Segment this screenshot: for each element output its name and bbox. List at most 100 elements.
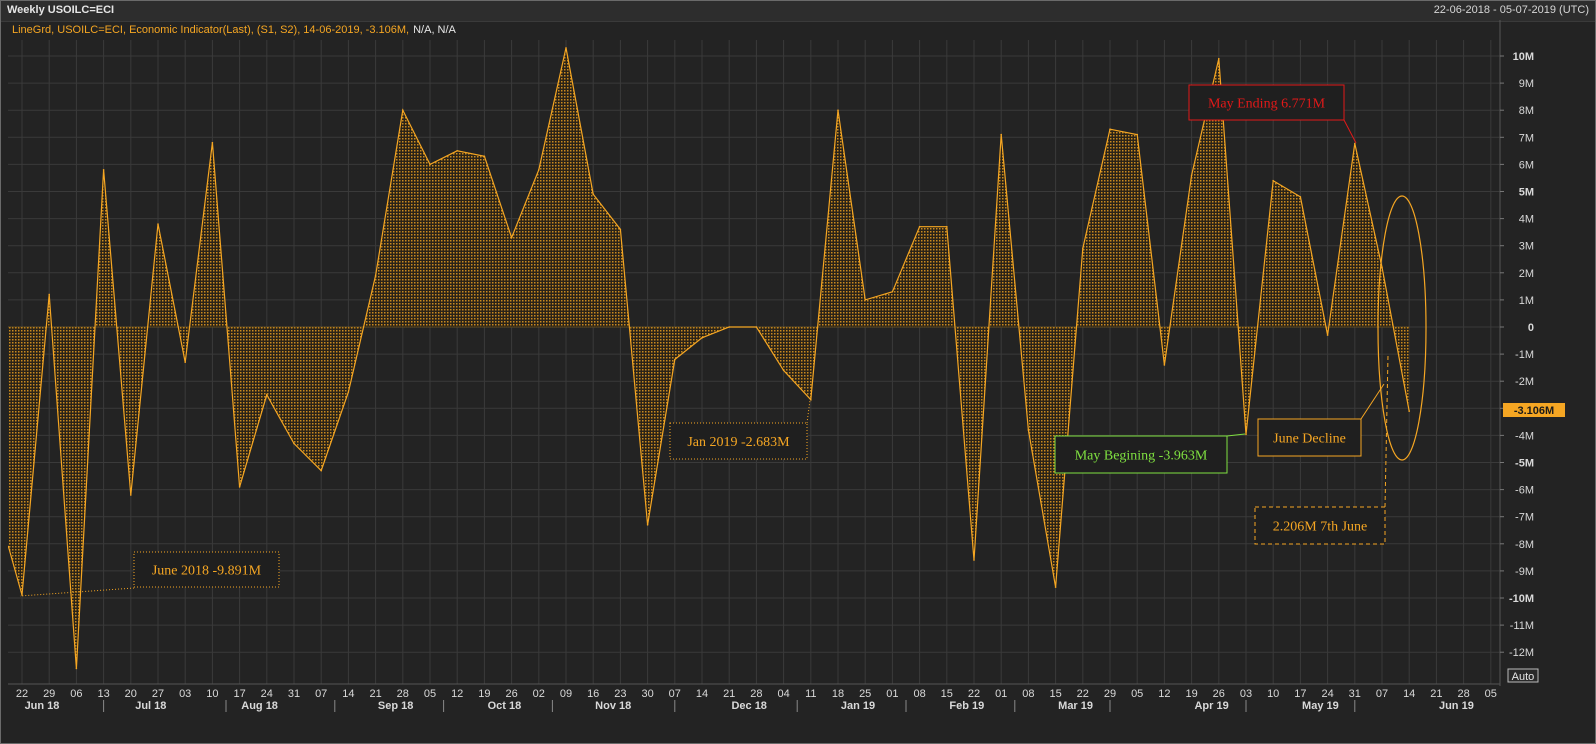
series-legend: LineGrd, USOILC=ECI, Economic Indicator(… bbox=[12, 24, 457, 36]
month-label: Oct 18 bbox=[488, 700, 522, 712]
x-tick-label: 28 bbox=[750, 688, 762, 700]
data-point bbox=[8, 545, 10, 548]
x-tick-label: 29 bbox=[1104, 688, 1116, 700]
x-tick-label: 27 bbox=[152, 688, 164, 700]
annotation-text: Jan 2019 -2.683M bbox=[687, 435, 790, 450]
x-tick-label: 16 bbox=[587, 688, 599, 700]
x-tick-label: 03 bbox=[179, 688, 191, 700]
data-point bbox=[973, 559, 975, 561]
annotation-leader bbox=[806, 399, 811, 424]
x-tick-label: 25 bbox=[859, 688, 871, 700]
data-point bbox=[782, 369, 785, 372]
data-point bbox=[1272, 179, 1274, 182]
x-tick-label: 10 bbox=[1267, 688, 1279, 700]
annotation-leader bbox=[1343, 119, 1357, 144]
x-tick-label: 15 bbox=[941, 688, 953, 700]
data-point bbox=[728, 326, 730, 328]
x-axis: 22 29 06 13 20 27 03 10 17 24 31 07 14 21 28 05 12 19 26 02… bbox=[16, 688, 1497, 712]
data-point bbox=[918, 225, 921, 228]
y-tick-label: 1M bbox=[1519, 295, 1534, 307]
data-point bbox=[619, 228, 622, 231]
data-point bbox=[755, 326, 758, 328]
data-point bbox=[1218, 57, 1220, 60]
y-tick-label: -2M bbox=[1515, 376, 1534, 388]
data-point bbox=[1190, 174, 1193, 177]
x-tick-label: 14 bbox=[696, 688, 708, 700]
x-tick-label: 07 bbox=[315, 688, 327, 700]
data-point bbox=[646, 524, 649, 526]
x-tick-label: 14 bbox=[1403, 688, 1415, 700]
month-label: Jun 18 bbox=[25, 700, 60, 712]
x-tick-label: 10 bbox=[206, 688, 218, 700]
x-tick-label: 05 bbox=[1131, 688, 1143, 700]
x-tick-label: 28 bbox=[1457, 688, 1469, 700]
x-tick-label: 29 bbox=[43, 688, 55, 700]
x-tick-label: 22 bbox=[16, 688, 28, 700]
data-point bbox=[1326, 334, 1329, 336]
y-tick-label: 4M bbox=[1519, 214, 1534, 226]
y-tick-label: 7M bbox=[1519, 132, 1534, 144]
x-tick-label: 07 bbox=[1376, 688, 1388, 700]
x-tick-label: 13 bbox=[97, 688, 109, 700]
x-tick-label: 22 bbox=[968, 688, 980, 700]
data-point bbox=[347, 391, 350, 393]
data-point bbox=[1109, 128, 1111, 130]
x-tick-label: 11 bbox=[805, 688, 816, 700]
y-tick-label: 9M bbox=[1519, 78, 1534, 90]
x-tick-label: 04 bbox=[777, 688, 789, 700]
data-point bbox=[1027, 429, 1030, 431]
x-tick-label: 05 bbox=[1485, 688, 1497, 700]
month-label: Aug 18 bbox=[241, 700, 278, 712]
data-point bbox=[75, 667, 78, 670]
data-point bbox=[864, 299, 866, 301]
data-point bbox=[402, 109, 404, 111]
data-point bbox=[565, 47, 567, 49]
x-tick-label: 08 bbox=[913, 688, 925, 700]
data-point bbox=[483, 155, 486, 158]
x-tick-label: 08 bbox=[1022, 688, 1034, 700]
data-point bbox=[374, 274, 377, 277]
auto-scale-label: Auto bbox=[1512, 671, 1535, 683]
x-tick-label: 06 bbox=[70, 688, 82, 700]
x-tick-label: 30 bbox=[641, 688, 653, 700]
y-tick-label: -6M bbox=[1515, 485, 1534, 497]
annotation-text: June Decline bbox=[1273, 432, 1346, 447]
data-point bbox=[293, 442, 295, 445]
x-tick-label: 23 bbox=[614, 688, 626, 700]
x-tick-label: 01 bbox=[886, 688, 898, 700]
month-label: Mar 19 bbox=[1058, 700, 1093, 712]
annotation: Jan 2019 -2.683M bbox=[669, 399, 811, 460]
y-tick-label: 3M bbox=[1519, 241, 1534, 253]
y-tick-label: -4M bbox=[1515, 430, 1534, 442]
x-tick-label: 17 bbox=[1294, 688, 1306, 700]
data-point bbox=[1054, 586, 1057, 588]
y-tick-label: -12M bbox=[1509, 647, 1534, 659]
data-point bbox=[701, 337, 703, 339]
data-point bbox=[1245, 433, 1247, 436]
data-point bbox=[1354, 142, 1356, 145]
data-point bbox=[429, 163, 431, 166]
y-tick-label: -8M bbox=[1515, 539, 1534, 551]
y-tick-label: -10M bbox=[1509, 593, 1534, 605]
x-tick-label: 28 bbox=[397, 688, 409, 700]
x-tick-label: 17 bbox=[233, 688, 245, 700]
annotation: June 2018 -9.891M bbox=[19, 551, 280, 597]
x-tick-label: 09 bbox=[560, 688, 572, 700]
y-tick-label: 0 bbox=[1528, 322, 1534, 334]
annotation: June Decline bbox=[1257, 383, 1385, 457]
legend-na-text: N/A, N/A bbox=[413, 24, 456, 36]
data-point bbox=[320, 469, 323, 472]
y-tick-label: -5M bbox=[1515, 458, 1534, 470]
data-point bbox=[184, 361, 186, 364]
x-tick-label: 14 bbox=[342, 688, 354, 700]
y-tick-label: -11M bbox=[1510, 620, 1534, 632]
y-tick-label: 8M bbox=[1519, 105, 1534, 117]
data-point bbox=[211, 141, 214, 144]
data-point bbox=[1000, 133, 1002, 136]
annotation-text: May Begining -3.963M bbox=[1075, 449, 1208, 464]
x-tick-label: 19 bbox=[478, 688, 490, 700]
x-tick-label: 05 bbox=[424, 688, 436, 700]
y-tick-label: -7M bbox=[1515, 512, 1534, 524]
x-tick-label: 12 bbox=[451, 688, 463, 700]
last-value-label: -3.106M bbox=[1514, 405, 1554, 417]
